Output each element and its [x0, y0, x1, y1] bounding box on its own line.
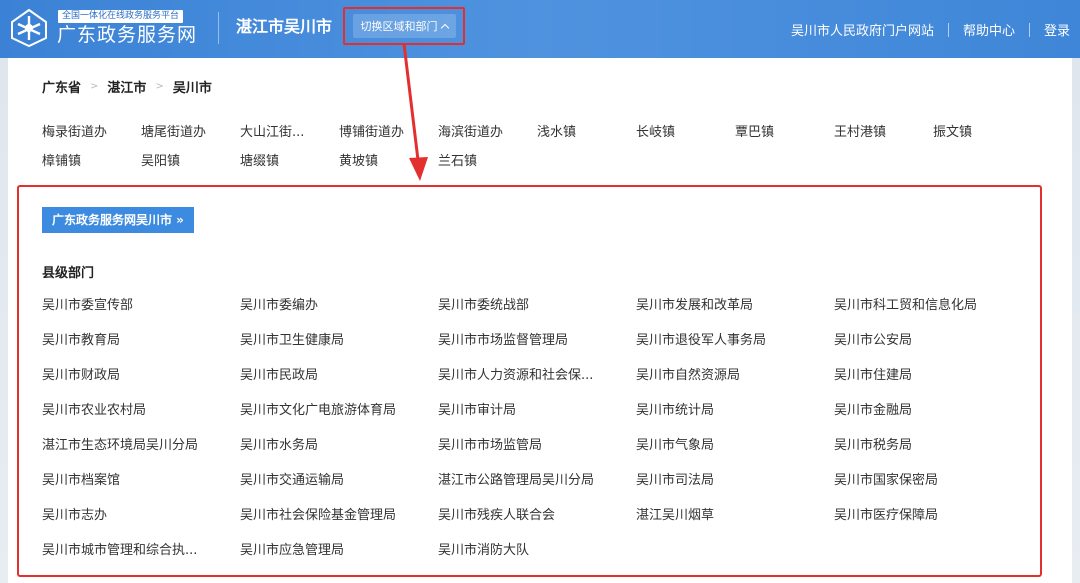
department-link[interactable]: 湛江吴川烟草 — [636, 504, 816, 523]
header-divider — [218, 12, 219, 44]
town-item[interactable]: 吴阳镇 — [141, 150, 231, 169]
town-item[interactable]: 兰石镇 — [438, 150, 528, 169]
chevron-right-icon: > — [90, 81, 99, 92]
town-item[interactable]: 大山江街... — [240, 121, 330, 140]
town-item[interactable]: 塘尾街道办 — [141, 121, 231, 140]
breadcrumb-city[interactable]: 湛江市 — [107, 77, 146, 96]
town-item[interactable]: 梅录街道办 — [42, 121, 132, 140]
town-item[interactable]: 黄坡镇 — [339, 150, 429, 169]
department-link[interactable]: 吴川市财政局 — [42, 364, 222, 383]
department-link[interactable]: 吴川市卫生健康局 — [240, 329, 420, 348]
department-link[interactable]: 吴川市消防大队 — [438, 539, 618, 558]
town-item[interactable]: 樟铺镇 — [42, 150, 132, 169]
town-item[interactable]: 覃巴镇 — [735, 121, 825, 140]
town-item[interactable]: 振文镇 — [933, 121, 1023, 140]
portal-button[interactable]: 广东政务服务网吴川市 » — [42, 207, 194, 233]
breadcrumb-county[interactable]: 吴川市 — [173, 77, 212, 96]
department-link[interactable]: 吴川市气象局 — [636, 434, 816, 453]
platform-tag: 全国一体化在线政务服务平台 — [58, 10, 184, 23]
department-link[interactable]: 吴川市志办 — [42, 504, 222, 523]
department-link[interactable]: 吴川市民政局 — [240, 364, 420, 383]
department-link[interactable]: 吴川市市场监督管理局 — [438, 329, 618, 348]
town-item[interactable]: 浅水镇 — [537, 121, 627, 140]
department-link[interactable]: 吴川市交通运输局 — [240, 469, 420, 488]
switch-region-inner[interactable]: 切换区域和部门 — [352, 14, 456, 38]
department-link[interactable]: 吴川市司法局 — [636, 469, 816, 488]
chevron-up-icon — [440, 23, 449, 32]
department-link[interactable]: 吴川市统计局 — [636, 399, 816, 418]
department-link[interactable]: 吴川市公安局 — [834, 329, 1014, 348]
town-item[interactable]: 塘缀镇 — [240, 150, 330, 169]
site-name[interactable]: 广东政务服务网 — [57, 23, 197, 47]
login-link[interactable]: 登录 — [1044, 20, 1070, 39]
department-link[interactable]: 湛江市公路管理局吴川分局 — [438, 469, 618, 488]
link-separator — [1028, 22, 1030, 37]
top-links: 吴川市人民政府门户网站 帮助中心 登录 — [791, 20, 1070, 39]
department-link[interactable]: 吴川市税务局 — [834, 434, 1014, 453]
department-link[interactable]: 吴川市科工贸和信息化局 — [834, 294, 1014, 313]
department-link[interactable]: 吴川市委统战部 — [438, 294, 618, 313]
switch-region-label: 切换区域和部门 — [360, 20, 438, 33]
department-link[interactable]: 吴川市住建局 — [834, 364, 1014, 383]
current-city: 湛江市吴川市 — [236, 17, 333, 36]
top-header: 全国一体化在线政务服务平台 广东政务服务网 湛江市吴川市 切换区域和部门 吴川市… — [0, 0, 1080, 58]
town-item[interactable]: 王村港镇 — [834, 121, 924, 140]
department-link[interactable]: 吴川市社会保险基金管理局 — [240, 504, 420, 523]
department-link[interactable]: 吴川市水务局 — [240, 434, 420, 453]
guangdong-logo-icon — [11, 8, 47, 48]
town-item[interactable]: 博铺街道办 — [339, 121, 429, 140]
link-separator — [947, 22, 949, 37]
section-title: 县级部门 — [42, 266, 95, 281]
breadcrumb: 广东省 > 湛江市 > 吴川市 — [42, 77, 212, 96]
town-item[interactable]: 长岐镇 — [636, 121, 726, 140]
region-dropdown-panel: 广东省 > 湛江市 > 吴川市 梅录街道办 塘尾街道办 大山江街... 博铺街道… — [8, 58, 1072, 583]
chevron-right-icon: > — [155, 81, 164, 92]
department-link[interactable]: 吴川市国家保密局 — [834, 469, 1014, 488]
department-link[interactable]: 吴川市应急管理局 — [240, 539, 420, 558]
town-item[interactable]: 海滨街道办 — [438, 121, 528, 140]
department-link[interactable]: 吴川市委宣传部 — [42, 294, 222, 313]
department-link[interactable]: 吴川市市场监管局 — [438, 434, 618, 453]
department-link[interactable]: 湛江市生态环境局吴川分局 — [42, 434, 222, 453]
department-link[interactable]: 吴川市人力资源和社会保... — [438, 364, 618, 383]
department-link[interactable]: 吴川市委编办 — [240, 294, 420, 313]
department-link[interactable]: 吴川市金融局 — [834, 399, 1014, 418]
gov-portal-link[interactable]: 吴川市人民政府门户网站 — [791, 20, 934, 39]
breadcrumb-province[interactable]: 广东省 — [42, 77, 81, 96]
department-link[interactable]: 吴川市城市管理和综合执... — [42, 539, 222, 558]
department-link[interactable]: 吴川市教育局 — [42, 329, 222, 348]
help-center-link[interactable]: 帮助中心 — [963, 20, 1015, 39]
department-link[interactable]: 吴川市发展和改革局 — [636, 294, 816, 313]
department-link[interactable]: 吴川市档案馆 — [42, 469, 222, 488]
department-link[interactable]: 吴川市退役军人事务局 — [636, 329, 816, 348]
department-link[interactable]: 吴川市农业农村局 — [42, 399, 222, 418]
department-link[interactable]: 吴川市文化广电旅游体育局 — [240, 399, 420, 418]
department-link[interactable]: 吴川市残疾人联合会 — [438, 504, 618, 523]
department-link[interactable]: 吴川市自然资源局 — [636, 364, 816, 383]
department-link[interactable]: 吴川市审计局 — [438, 399, 618, 418]
department-link[interactable]: 吴川市医疗保障局 — [834, 504, 1014, 523]
switch-region-button[interactable]: 切换区域和部门 — [343, 7, 465, 45]
